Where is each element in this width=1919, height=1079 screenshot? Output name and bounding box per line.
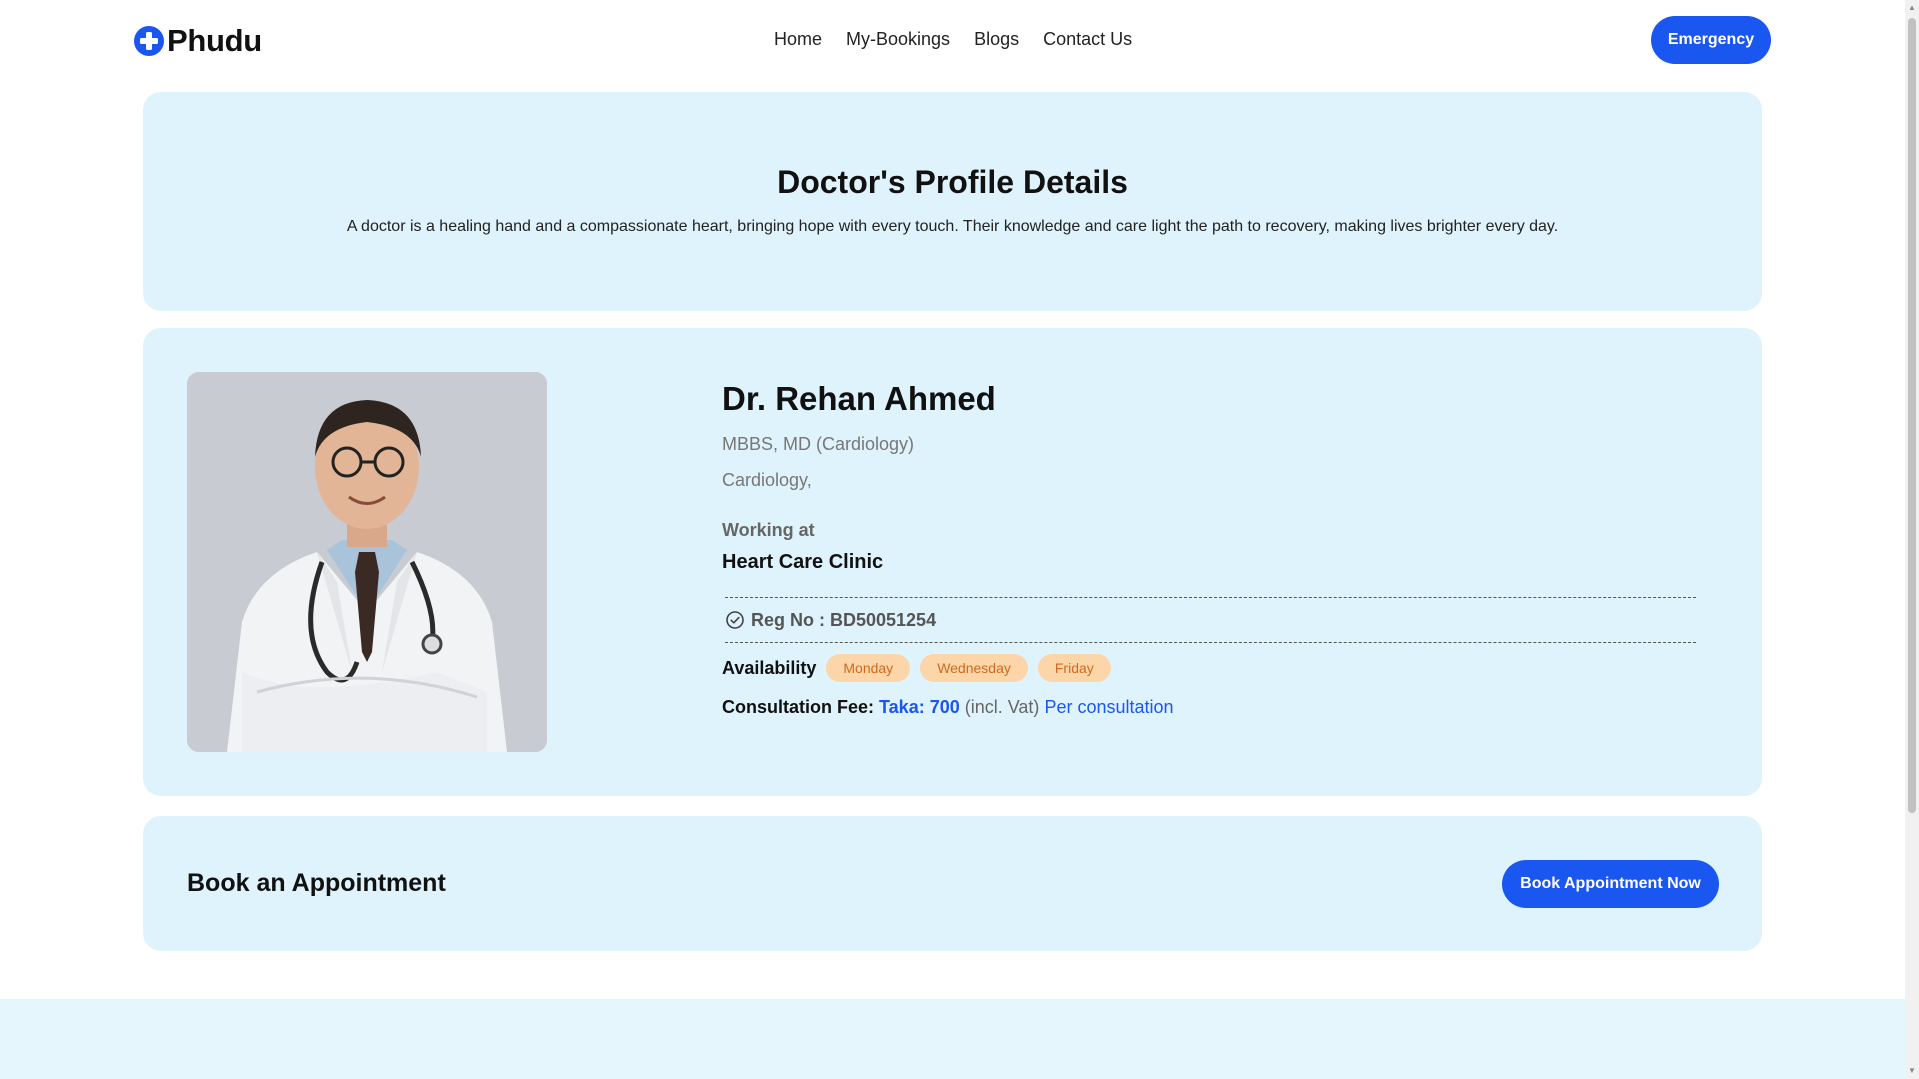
scroll-up-icon[interactable]: ▲ (1907, 3, 1917, 13)
logo[interactable]: Phudu (133, 23, 262, 59)
availability-label: Availability (722, 657, 817, 678)
availability-day-badge: Wednesday (920, 654, 1028, 682)
scroll-thumb[interactable] (1908, 18, 1916, 813)
clinic-name: Heart Care Clinic (722, 551, 884, 573)
fee-amount: Taka: 700 (879, 697, 960, 717)
brand-name: Phudu (167, 23, 262, 58)
navbar: Phudu Home My-Bookings Blogs Contact Us … (0, 0, 1905, 80)
fee-vat-note: (incl. Vat) (964, 697, 1040, 717)
nav-contact-us[interactable]: Contact Us (1043, 29, 1132, 50)
book-appointment-card: Book an Appointment Book Appointment Now (143, 816, 1762, 951)
vertical-scrollbar[interactable]: ▲ ▼ (1905, 0, 1919, 1079)
plus-circle-icon (134, 26, 164, 56)
doctor-photo (187, 372, 547, 752)
nav-blogs[interactable]: Blogs (974, 29, 1019, 50)
registration-row: Reg No : BD50051254 (725, 597, 1696, 643)
page-subtitle: A doctor is a healing hand and a compass… (346, 218, 1559, 235)
availability-day-badge: Monday (826, 654, 911, 682)
footer-band (0, 999, 1905, 1079)
scroll-down-icon[interactable]: ▼ (1907, 1066, 1917, 1076)
availability-row: Availability Monday Wednesday Friday (722, 654, 1722, 682)
fee-label: Consultation Fee: (722, 697, 874, 717)
nav-my-bookings[interactable]: My-Bookings (846, 29, 950, 50)
main-nav: Home My-Bookings Blogs Contact Us (774, 29, 1132, 50)
doctor-profile-card: Dr. Rehan Ahmed MBBS, MD (Cardiology) Ca… (143, 328, 1762, 796)
nav-home[interactable]: Home (774, 29, 822, 50)
emergency-button[interactable]: Emergency (1651, 16, 1771, 64)
page-title: Doctor's Profile Details (777, 164, 1128, 200)
doctor-info: Dr. Rehan Ahmed MBBS, MD (Cardiology) Ca… (722, 380, 1722, 718)
doctor-portrait-image (187, 372, 547, 752)
registration-number: Reg No : BD50051254 (751, 609, 937, 630)
consultation-fee-row: Consultation Fee: Taka: 700 (incl. Vat) … (722, 697, 1722, 718)
availability-day-badge: Friday (1037, 654, 1111, 682)
fee-per-consultation: Per consultation (1044, 697, 1174, 717)
check-circle-icon (726, 611, 744, 629)
hero-section: Doctor's Profile Details A doctor is a h… (143, 92, 1762, 311)
doctor-specialty: Cardiology, (722, 470, 812, 490)
page: Phudu Home My-Bookings Blogs Contact Us … (0, 0, 1905, 1079)
doctor-degree: MBBS, MD (Cardiology) (722, 434, 915, 454)
book-appointment-title: Book an Appointment (187, 869, 446, 897)
working-at-label: Working at (722, 520, 815, 540)
doctor-name: Dr. Rehan Ahmed (722, 380, 996, 417)
book-appointment-button[interactable]: Book Appointment Now (1502, 860, 1719, 908)
